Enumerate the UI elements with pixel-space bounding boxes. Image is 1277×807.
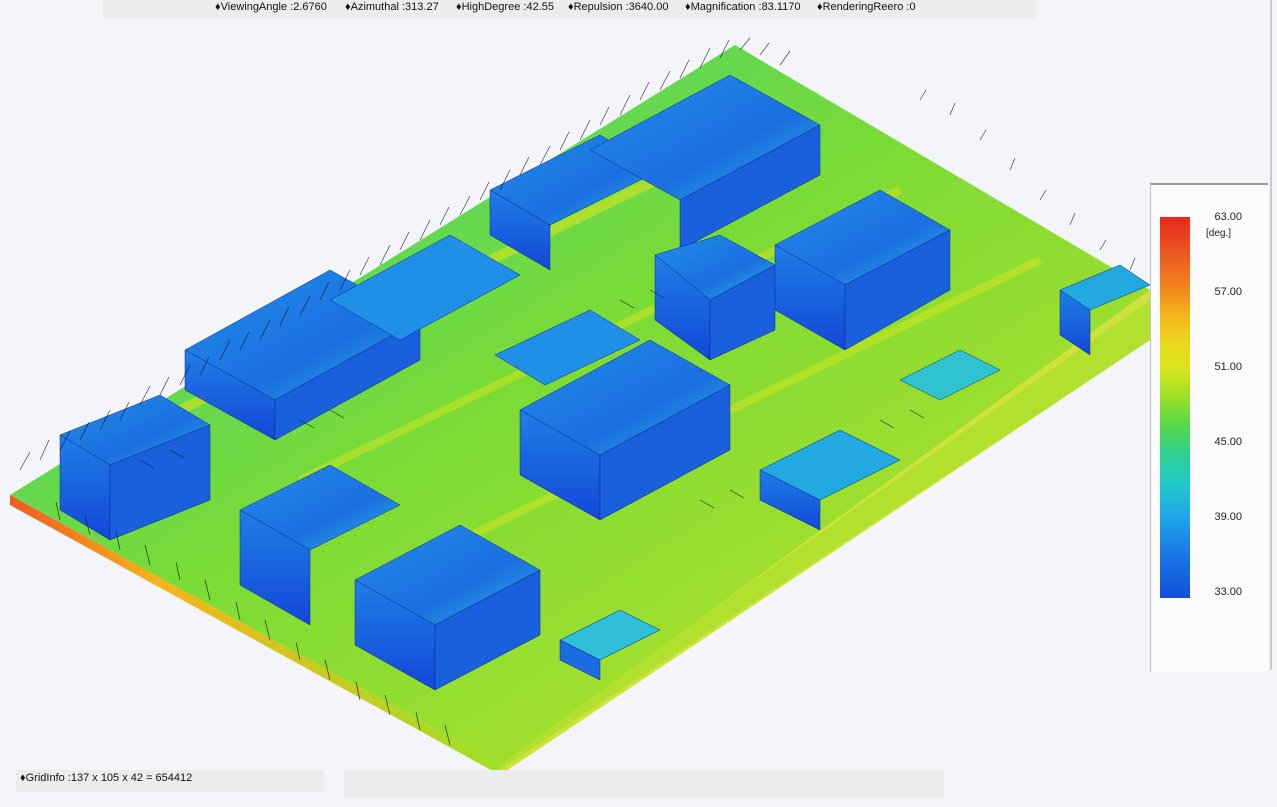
rendering-readout: ♦RenderingReero :0 [817, 1, 916, 13]
legend-tick: 33.00 [1214, 586, 1242, 598]
grid-info-status: ♦GridInfo :137 x 105 x 42 = 654412 [16, 770, 324, 792]
legend-tick: 45.00 [1214, 436, 1242, 448]
parameter-status-bar: ♦ViewingAngle :2.6760 ♦Azimuthal :313.27… [103, 0, 1036, 18]
azimuthal-readout: ♦Azimuthal :313.27 [345, 1, 439, 13]
simulation-viewport[interactable] [0, 30, 1160, 780]
legend-tick: 51.00 [1214, 361, 1242, 373]
legend-tick: 39.00 [1214, 511, 1242, 523]
legend-tick: 63.00 [1214, 211, 1242, 223]
window-edge [1270, 0, 1272, 670]
repulsion-readout: ♦Repulsion :3640.00 [568, 1, 669, 13]
viewing-angle-readout: ♦ViewingAngle :2.6760 [215, 1, 327, 13]
magnification-readout: ♦Magnification :83.1170 [685, 1, 801, 13]
legend-unit: [deg.] [1206, 228, 1232, 239]
legend-tick: 57.00 [1214, 286, 1242, 298]
color-scale-bar [1160, 217, 1190, 598]
high-degree-readout: ♦HighDegree :42.55 [456, 1, 554, 13]
status-bar-blank [344, 770, 944, 798]
